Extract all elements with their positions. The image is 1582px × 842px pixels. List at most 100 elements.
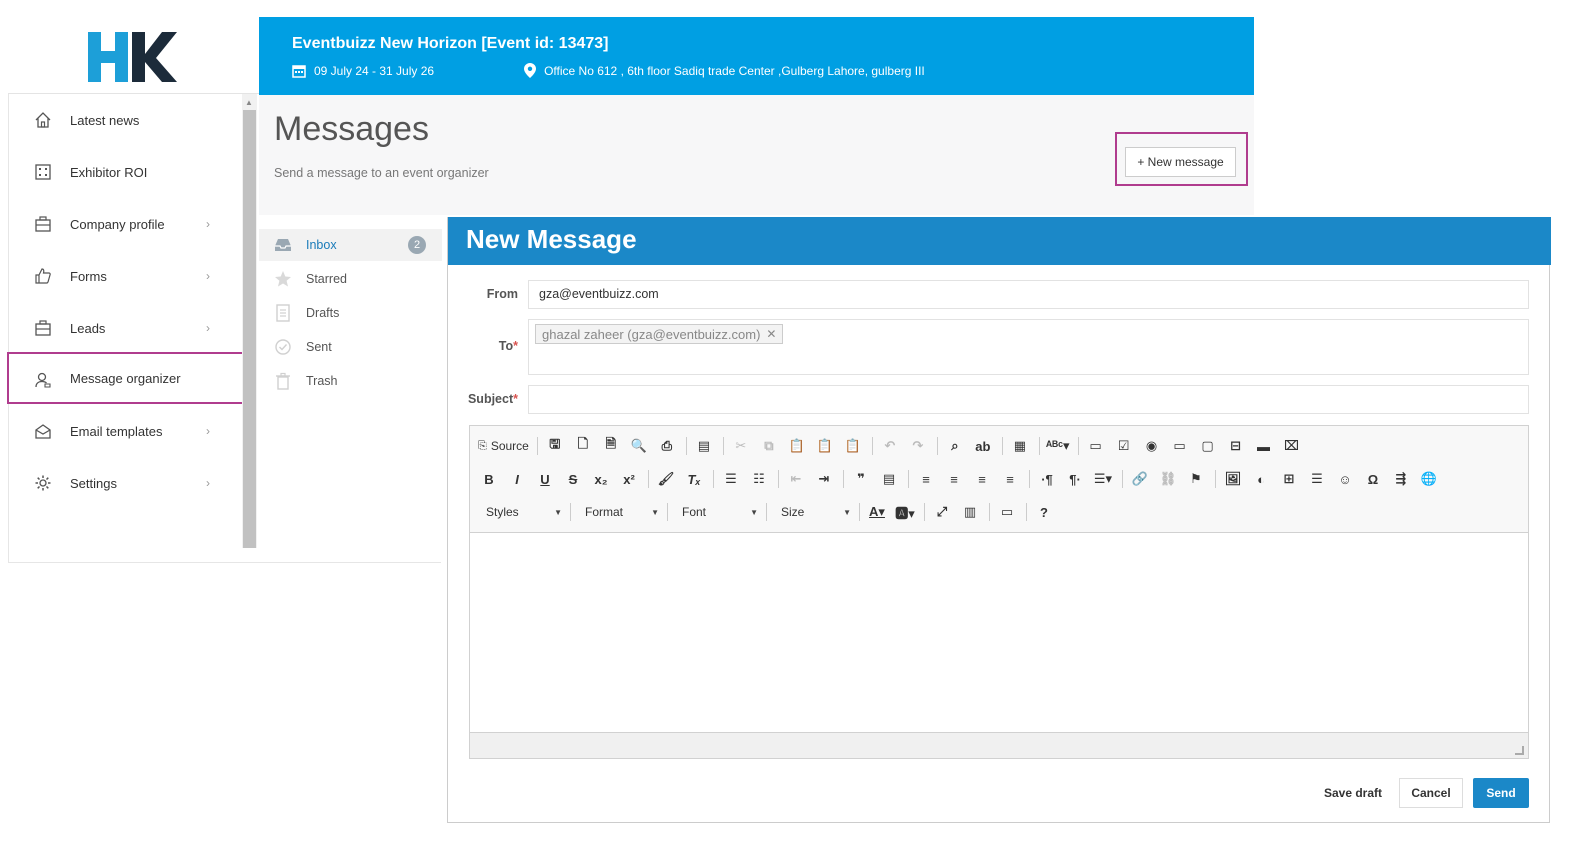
folder-sent[interactable]: Sent bbox=[259, 331, 442, 363]
image-icon[interactable]: 🖼 bbox=[1222, 468, 1244, 490]
unlink-icon[interactable]: ⛓ bbox=[1157, 468, 1179, 490]
styles-dropdown[interactable]: Styles ▼ bbox=[478, 501, 568, 523]
scrollbar-thumb[interactable] bbox=[243, 110, 256, 548]
bold-icon[interactable]: B bbox=[478, 468, 500, 490]
rtl-icon[interactable]: ¶· bbox=[1064, 468, 1086, 490]
spellcheck-icon[interactable]: ᴬᴮᶜ▾ bbox=[1046, 435, 1070, 457]
paste-text-icon[interactable]: 📋 bbox=[814, 435, 836, 457]
select-all-icon[interactable]: ▦ bbox=[1009, 435, 1031, 457]
italic-icon[interactable]: I bbox=[506, 468, 528, 490]
scroll-up-icon[interactable]: ▲ bbox=[245, 98, 253, 107]
sidebar-item-latest-news[interactable]: Latest news bbox=[8, 94, 242, 146]
send-button[interactable]: Send bbox=[1473, 778, 1529, 808]
sidebar-scrollbar[interactable]: ▲ bbox=[242, 94, 257, 548]
background-color-icon[interactable]: 🅰▾ bbox=[894, 501, 916, 523]
blockquote-icon[interactable]: ❞ bbox=[850, 468, 872, 490]
horizontal-line-icon[interactable]: ☰ bbox=[1306, 468, 1328, 490]
source-button[interactable]: ⎘ Source bbox=[478, 435, 529, 457]
underline-icon[interactable]: U bbox=[534, 468, 556, 490]
special-char-icon[interactable]: Ω bbox=[1362, 468, 1384, 490]
replace-icon[interactable]: ab bbox=[972, 435, 994, 457]
align-center-icon[interactable]: ≡ bbox=[943, 468, 965, 490]
font-dropdown[interactable]: Font ▼ bbox=[674, 501, 764, 523]
find-icon[interactable]: ⌕ bbox=[944, 435, 966, 457]
sidebar-item-message-organizer[interactable]: Message organizer bbox=[7, 352, 244, 404]
paste-word-icon[interactable]: 📋 bbox=[842, 435, 864, 457]
div-container-icon[interactable]: ▤ bbox=[878, 468, 900, 490]
subject-input[interactable] bbox=[528, 385, 1529, 414]
templates-icon[interactable]: ▤ bbox=[693, 435, 715, 457]
cut-icon[interactable]: ✂ bbox=[730, 435, 752, 457]
language-icon[interactable]: ☰▾ bbox=[1092, 468, 1114, 490]
image-button-icon[interactable]: ⌧ bbox=[1281, 435, 1303, 457]
table-icon[interactable]: ⊞ bbox=[1278, 468, 1300, 490]
user-message-icon bbox=[35, 372, 51, 388]
align-right-icon[interactable]: ≡ bbox=[971, 468, 993, 490]
numbered-list-icon[interactable]: ☰ bbox=[720, 468, 742, 490]
select-field-icon[interactable]: ⊟ bbox=[1225, 435, 1247, 457]
folder-trash[interactable]: Trash bbox=[259, 365, 442, 397]
briefcase-icon bbox=[35, 320, 51, 336]
show-blocks-icon[interactable]: ▥ bbox=[959, 501, 981, 523]
sidebar-item-forms[interactable]: Forms › bbox=[8, 250, 242, 302]
page-break-icon[interactable]: ⇶ bbox=[1390, 468, 1412, 490]
folder-starred[interactable]: Starred bbox=[259, 263, 442, 295]
print-icon[interactable]: ⎙ bbox=[656, 435, 678, 457]
placeholder-icon[interactable]: ▭ bbox=[996, 501, 1018, 523]
help-icon[interactable]: ? bbox=[1033, 501, 1055, 523]
paste-icon[interactable]: 📋 bbox=[786, 435, 808, 457]
redo-icon[interactable]: ↷ bbox=[907, 435, 929, 457]
maximize-icon[interactable]: ⤢ bbox=[931, 501, 953, 523]
folder-inbox[interactable]: Inbox 2 bbox=[259, 229, 442, 261]
subscript-icon[interactable]: x₂ bbox=[590, 468, 612, 490]
text-color-icon[interactable]: A▾ bbox=[866, 501, 888, 523]
sidebar-item-company-profile[interactable]: Company profile › bbox=[8, 198, 242, 250]
link-icon[interactable]: 🔗 bbox=[1129, 468, 1151, 490]
chevron-right-icon: › bbox=[206, 217, 210, 231]
iframe-icon[interactable]: 🌐 bbox=[1418, 468, 1440, 490]
button-field-icon[interactable]: ▬ bbox=[1253, 435, 1275, 457]
indent-icon[interactable]: ⇥ bbox=[813, 468, 835, 490]
sidebar-item-email-templates[interactable]: Email templates › bbox=[8, 405, 242, 457]
sidebar-item-settings[interactable]: Settings › bbox=[8, 457, 242, 509]
new-page-icon[interactable]: 🗋 bbox=[572, 435, 594, 457]
bulleted-list-icon[interactable]: ☷ bbox=[748, 468, 770, 490]
editor-body[interactable] bbox=[470, 533, 1528, 732]
new-message-button[interactable]: + New message bbox=[1125, 147, 1236, 177]
from-field[interactable]: gza@eventbuizz.com bbox=[528, 280, 1529, 309]
align-justify-icon[interactable]: ≡ bbox=[999, 468, 1021, 490]
superscript-icon[interactable]: x² bbox=[618, 468, 640, 490]
undo-icon[interactable]: ↶ bbox=[879, 435, 901, 457]
export-pdf-icon[interactable]: 🗎 bbox=[600, 435, 622, 457]
copy-format-icon[interactable]: 🖌 bbox=[655, 468, 677, 490]
recipient-token[interactable]: ghazal zaheer (gza@eventbuizz.com) ✕ bbox=[535, 324, 784, 344]
remove-recipient-icon[interactable]: ✕ bbox=[766, 327, 776, 341]
remove-format-icon[interactable]: Tₓ bbox=[683, 468, 705, 490]
folder-drafts[interactable]: Drafts bbox=[259, 297, 442, 329]
checkbox-icon[interactable]: ☑ bbox=[1113, 435, 1135, 457]
save-draft-button[interactable]: Save draft bbox=[1318, 778, 1388, 808]
resize-grip-icon[interactable] bbox=[1515, 746, 1524, 755]
text-field-icon[interactable]: ▭ bbox=[1169, 435, 1191, 457]
smiley-icon[interactable]: ☺ bbox=[1334, 468, 1356, 490]
align-left-icon[interactable]: ≡ bbox=[915, 468, 937, 490]
form-icon[interactable]: ▭ bbox=[1085, 435, 1107, 457]
copy-icon[interactable]: ⧉ bbox=[758, 435, 780, 457]
format-dropdown[interactable]: Format ▼ bbox=[577, 501, 665, 523]
sidebar-item-leads[interactable]: Leads › bbox=[8, 302, 242, 354]
size-dropdown[interactable]: Size ▼ bbox=[773, 501, 857, 523]
strikethrough-icon[interactable]: S bbox=[562, 468, 584, 490]
anchor-flag-icon[interactable]: ⚑ bbox=[1185, 468, 1207, 490]
radio-icon[interactable]: ◉ bbox=[1141, 435, 1163, 457]
preview-icon[interactable]: 🔍 bbox=[628, 435, 650, 457]
flash-icon[interactable]: ◐ bbox=[1250, 468, 1272, 490]
to-field[interactable]: ghazal zaheer (gza@eventbuizz.com) ✕ bbox=[528, 319, 1529, 375]
chevron-right-icon: › bbox=[206, 321, 210, 335]
outdent-icon[interactable]: ⇤ bbox=[785, 468, 807, 490]
ltr-icon[interactable]: ·¶ bbox=[1036, 468, 1058, 490]
textarea-icon[interactable]: ▢ bbox=[1197, 435, 1219, 457]
cancel-button[interactable]: Cancel bbox=[1399, 778, 1463, 808]
sidebar-item-exhibitor-roi[interactable]: Exhibitor ROI bbox=[8, 146, 242, 198]
save-icon[interactable]: 🖫 bbox=[544, 435, 566, 457]
toolbar-separator bbox=[570, 503, 571, 521]
